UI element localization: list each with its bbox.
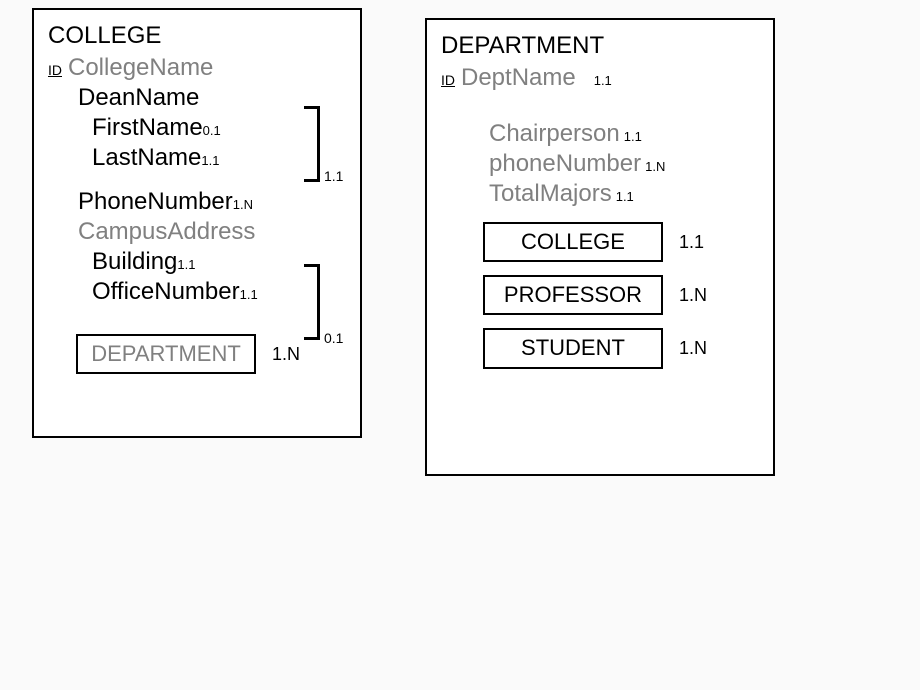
dept-name-card: 1.1: [594, 73, 612, 88]
dphone-row: phoneNumber 1.N: [427, 150, 773, 178]
building-card: 1.1: [177, 257, 195, 272]
department-entity: DEPARTMENT ID DeptName 1.1 Chairperson 1…: [425, 18, 775, 476]
college-name-row: ID CollegeName: [34, 54, 360, 82]
majors-label: TotalMajors: [489, 180, 612, 208]
dept-rel-college: COLLEGE: [483, 222, 663, 262]
majors-card: 1.1: [616, 189, 634, 204]
dept-name-row: ID DeptName 1.1: [427, 64, 773, 92]
dphone-card: 1.N: [645, 159, 665, 174]
college-rel-department: DEPARTMENT: [76, 334, 256, 374]
dept-rel-group: COLLEGE 1.1 PROFESSOR 1.N STUDENT 1.N: [427, 222, 773, 369]
dean-first: FirstName: [92, 114, 203, 142]
dphone-label: phoneNumber: [489, 150, 641, 178]
dean-group-bracket: [304, 106, 320, 182]
department-title: DEPARTMENT: [427, 32, 773, 60]
dept-name-attr: DeptName: [461, 64, 576, 92]
dept-rel-card-2: 1.N: [679, 338, 707, 359]
office-card: 1.1: [240, 287, 258, 302]
address-group-card: 0.1: [324, 330, 343, 346]
phone-row: PhoneNumber1.N: [34, 188, 360, 216]
chair-label: Chairperson: [489, 120, 620, 148]
dean-group-card: 1.1: [324, 168, 343, 184]
dept-rel-student: STUDENT: [483, 328, 663, 368]
dept-rel-card-0: 1.1: [679, 232, 704, 253]
dept-rel-wrap-2: STUDENT 1.N: [427, 328, 773, 368]
chair-row: Chairperson 1.1: [427, 120, 773, 148]
college-name-attr: CollegeName: [68, 54, 213, 82]
phone-label: PhoneNumber: [78, 188, 233, 216]
dean-last-card: 1.1: [201, 153, 219, 168]
id-label: ID: [48, 62, 62, 78]
id-label: ID: [441, 72, 455, 88]
dept-rel-wrap-1: PROFESSOR 1.N: [427, 275, 773, 315]
address-row: CampusAddress: [34, 218, 360, 246]
dept-rel-card-1: 1.N: [679, 285, 707, 306]
dean-label: DeanName: [78, 84, 199, 112]
chair-card: 1.1: [624, 129, 642, 144]
building-label: Building: [92, 248, 177, 276]
dean-first-card: 0.1: [203, 123, 221, 138]
college-rel-wrap: DEPARTMENT 1.N: [34, 334, 360, 374]
address-group-bracket: [304, 264, 320, 340]
college-rel-card: 1.N: [272, 344, 300, 365]
address-label: CampusAddress: [78, 218, 255, 246]
college-entity: COLLEGE ID CollegeName DeanName FirstNam…: [32, 8, 362, 438]
dept-rel-wrap-0: COLLEGE 1.1: [427, 222, 773, 262]
office-label: OfficeNumber: [92, 278, 240, 306]
phone-card: 1.N: [233, 197, 253, 212]
college-title: COLLEGE: [34, 22, 360, 50]
dean-last: LastName: [92, 144, 201, 172]
majors-row: TotalMajors 1.1: [427, 180, 773, 208]
dept-rel-professor: PROFESSOR: [483, 275, 663, 315]
